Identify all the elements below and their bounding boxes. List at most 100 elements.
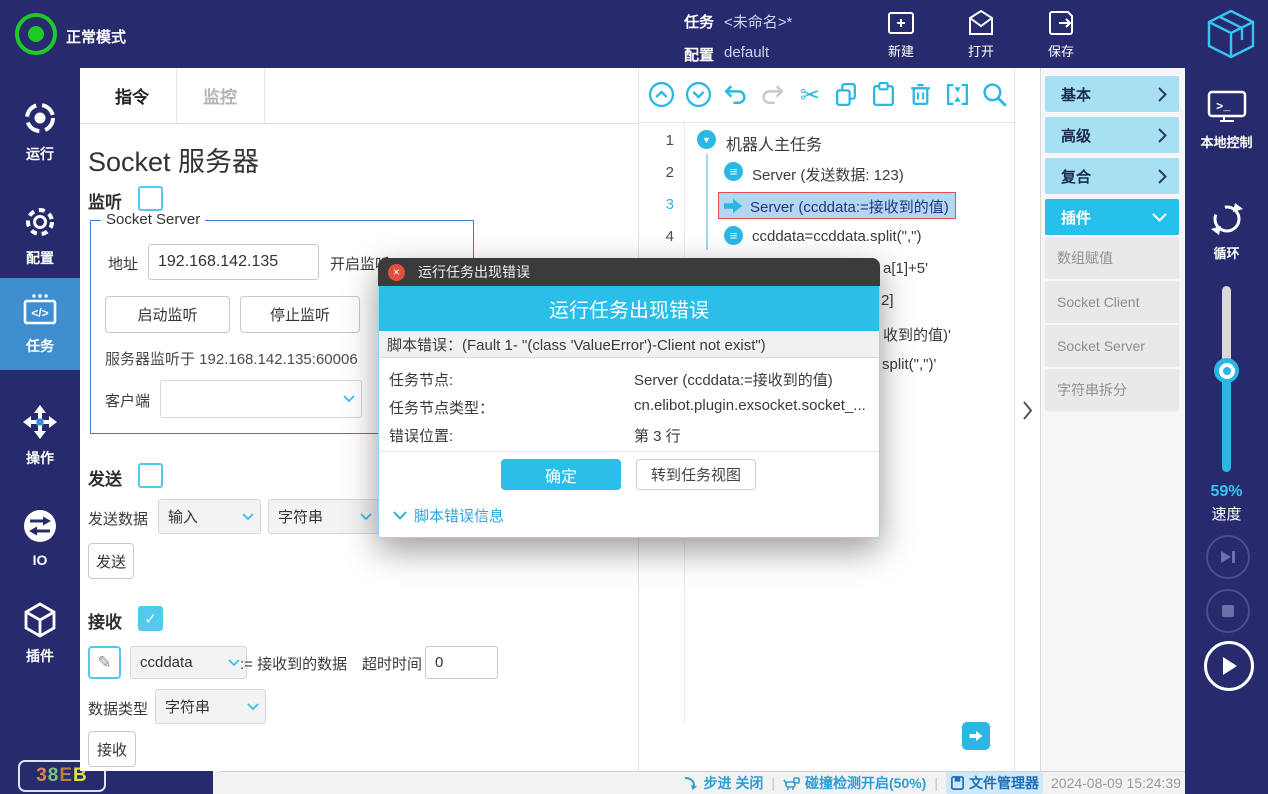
expand-all-icon [685,81,712,108]
send-type-dropdown[interactable]: 字符串 [268,499,379,534]
brand-logo-icon [1204,7,1258,61]
stop-listen-button[interactable]: 停止监听 [240,296,360,333]
node-palette: 基本 高级 复合 插件 数组赋值 Socket Client Socket Se… [1040,68,1186,771]
dialog-goto-task-button[interactable]: 转到任务视图 [636,459,756,490]
settings-icon [22,204,58,240]
play-button[interactable] [1204,641,1254,691]
tree-node-menu-icon[interactable]: ≡ [724,226,743,245]
save-task-button[interactable]: 保存 [1046,8,1076,60]
sidebar-item-label: IO [33,552,48,568]
chevron-down-icon [393,511,407,520]
svg-text:</>: </> [31,306,48,320]
skip-next-icon [1219,549,1237,565]
status-bar: 步进 关闭 | 碰撞检测开启(50%) | 文件管理器 2024-08-09 1… [213,771,1185,794]
palette-item-string-split[interactable]: 字符串拆分 [1045,369,1179,411]
cut-icon: ✂ [800,81,820,110]
dialog-ok-button[interactable]: 确定 [501,459,621,490]
send-source-value: 输入 [168,506,198,527]
delete-button[interactable] [907,81,935,109]
palette-category-plugin[interactable]: 插件 [1045,199,1179,235]
step-mode-icon [683,775,699,791]
timeout-input[interactable]: 0 [425,646,498,679]
dialog-header-banner: 运行任务出现错误 [379,286,879,331]
sidebar-item-io[interactable]: IO [0,492,80,584]
sidebar-item-plugin[interactable]: 插件 [0,588,80,680]
tree-node-collapse-icon[interactable]: ▼ [697,130,716,149]
speed-slider-track-lower[interactable] [1222,370,1231,472]
palette-category-advanced[interactable]: 高级 [1045,117,1179,153]
receive-var-dropdown[interactable]: ccddata [130,646,247,679]
search-icon [981,81,1008,108]
speed-label: 速度 [1185,503,1268,524]
tree-row-selected[interactable]: Server (ccddata:=接收到的值) [750,196,949,217]
config-name: default [724,44,769,61]
task-node-label: 任务节点: [389,369,453,390]
tree-node-menu-icon[interactable]: ≡ [724,162,743,181]
send-source-dropdown[interactable]: 输入 [158,499,261,534]
collision-status[interactable]: 碰撞检测开启(50%) [783,773,926,793]
dialog-titlebar[interactable]: × 运行任务出现错误 [378,258,880,286]
stop-button[interactable] [1206,589,1250,633]
palette-item-socket-client[interactable]: Socket Client [1045,281,1179,323]
tree-row-fragment[interactable]: a[1]+5' [883,260,928,277]
datatype-label: 数据类型 [88,698,148,719]
group-title: Socket Server [101,211,205,228]
datatype-dropdown[interactable]: 字符串 [155,689,266,724]
plugin-icon [22,602,58,638]
sidebar-item-jog[interactable]: 操作 [0,390,80,482]
tree-row-fragment[interactable]: split(",")' [882,356,936,373]
edit-variable-button[interactable]: ✎ [88,646,121,679]
new-task-button[interactable]: 新建 [886,8,916,60]
step-forward-button[interactable] [1206,535,1250,579]
sidebar-item-config[interactable]: 配置 [0,190,80,282]
sidebar-item-task[interactable]: </> 任务 [0,278,80,370]
collapse-all-button[interactable] [648,81,676,109]
loop-label: 循环 [1185,243,1268,262]
tree-row-fragment[interactable]: 2] [881,292,894,309]
palette-category-composite[interactable]: 复合 [1045,158,1179,194]
expand-all-button[interactable] [685,81,713,109]
search-button[interactable] [981,81,1009,109]
stop-icon [1221,604,1235,618]
redo-button[interactable] [759,81,787,109]
paste-button[interactable] [870,81,898,109]
script-error-details-link[interactable]: 脚本错误信息 [393,505,504,526]
sidebar-item-run[interactable]: 运行 [0,86,80,178]
step-mode-status[interactable]: 步进 关闭 [683,773,763,793]
save-task-icon [1046,8,1076,38]
tab-instruction[interactable]: 指令 [88,68,177,123]
send-button[interactable]: 发送 [88,543,134,579]
listen-checkbox[interactable] [138,186,163,211]
start-listen-button[interactable]: 启动监听 [105,296,230,333]
client-dropdown[interactable] [160,380,362,418]
palette-category-basic[interactable]: 基本 [1045,76,1179,112]
palette-item-array-assign[interactable]: 数组赋值 [1045,237,1179,279]
address-input[interactable]: 192.168.142.135 [148,244,319,280]
sidebar-item-label: 配置 [26,248,54,268]
open-task-button[interactable]: 打开 [966,8,996,60]
receive-checkbox[interactable]: ✓ [138,606,163,631]
app-window: 正常模式 任务 <未命名>* 配置 default 新建 打开 保存 [0,0,1268,794]
loop-icon[interactable] [1209,201,1245,237]
tab-monitor[interactable]: 监控 [176,68,265,123]
next-arrow-button[interactable] [962,722,990,750]
cut-button[interactable]: ✂ [796,81,824,109]
local-control-icon[interactable]: >_ [1207,90,1247,124]
dialog-close-button[interactable]: × [388,264,405,281]
file-manager-button[interactable]: 文件管理器 [946,772,1043,794]
merge-node-button[interactable] [944,81,972,109]
collapse-chevron-icon[interactable] [1023,401,1033,420]
receive-button[interactable]: 接收 [88,731,136,767]
status-separator: | [934,775,938,791]
tree-row[interactable]: Server (发送数据: 123) [752,164,904,185]
timeout-label: 超时时间 [362,653,422,674]
step-mode-label: 步进 关闭 [703,773,763,793]
send-checkbox[interactable] [138,463,163,488]
copy-button[interactable] [833,81,861,109]
palette-item-socket-server[interactable]: Socket Server [1045,325,1179,367]
undo-button[interactable] [722,81,750,109]
tree-row-fragment[interactable]: 收到的值)' [883,324,951,345]
tree-row[interactable]: ccddata=ccddata.split(",") [752,228,921,245]
tree-row[interactable]: 机器人主任务 [726,131,822,155]
speed-slider-knob[interactable] [1214,358,1239,383]
